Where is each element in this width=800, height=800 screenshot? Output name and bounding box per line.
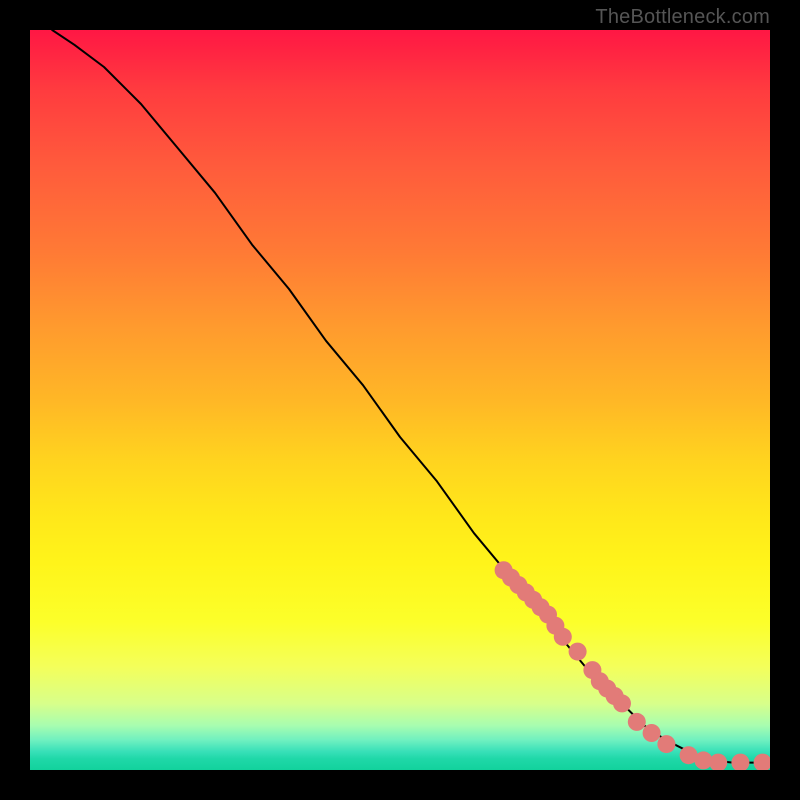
marker-point [613, 694, 631, 712]
marker-point [657, 735, 675, 753]
marker-point [709, 754, 727, 770]
marker-point [628, 713, 646, 731]
chart-overlay-svg [30, 30, 770, 770]
marker-point [754, 754, 770, 770]
marker-point [731, 754, 749, 770]
marker-point [554, 628, 572, 646]
markers-layer [495, 561, 770, 770]
marker-point [643, 724, 661, 742]
chart-frame: TheBottleneck.com [0, 0, 800, 800]
watermark-text: TheBottleneck.com [595, 6, 770, 29]
curve-layer [52, 30, 755, 763]
curve-line [52, 30, 755, 763]
marker-point [569, 643, 587, 661]
